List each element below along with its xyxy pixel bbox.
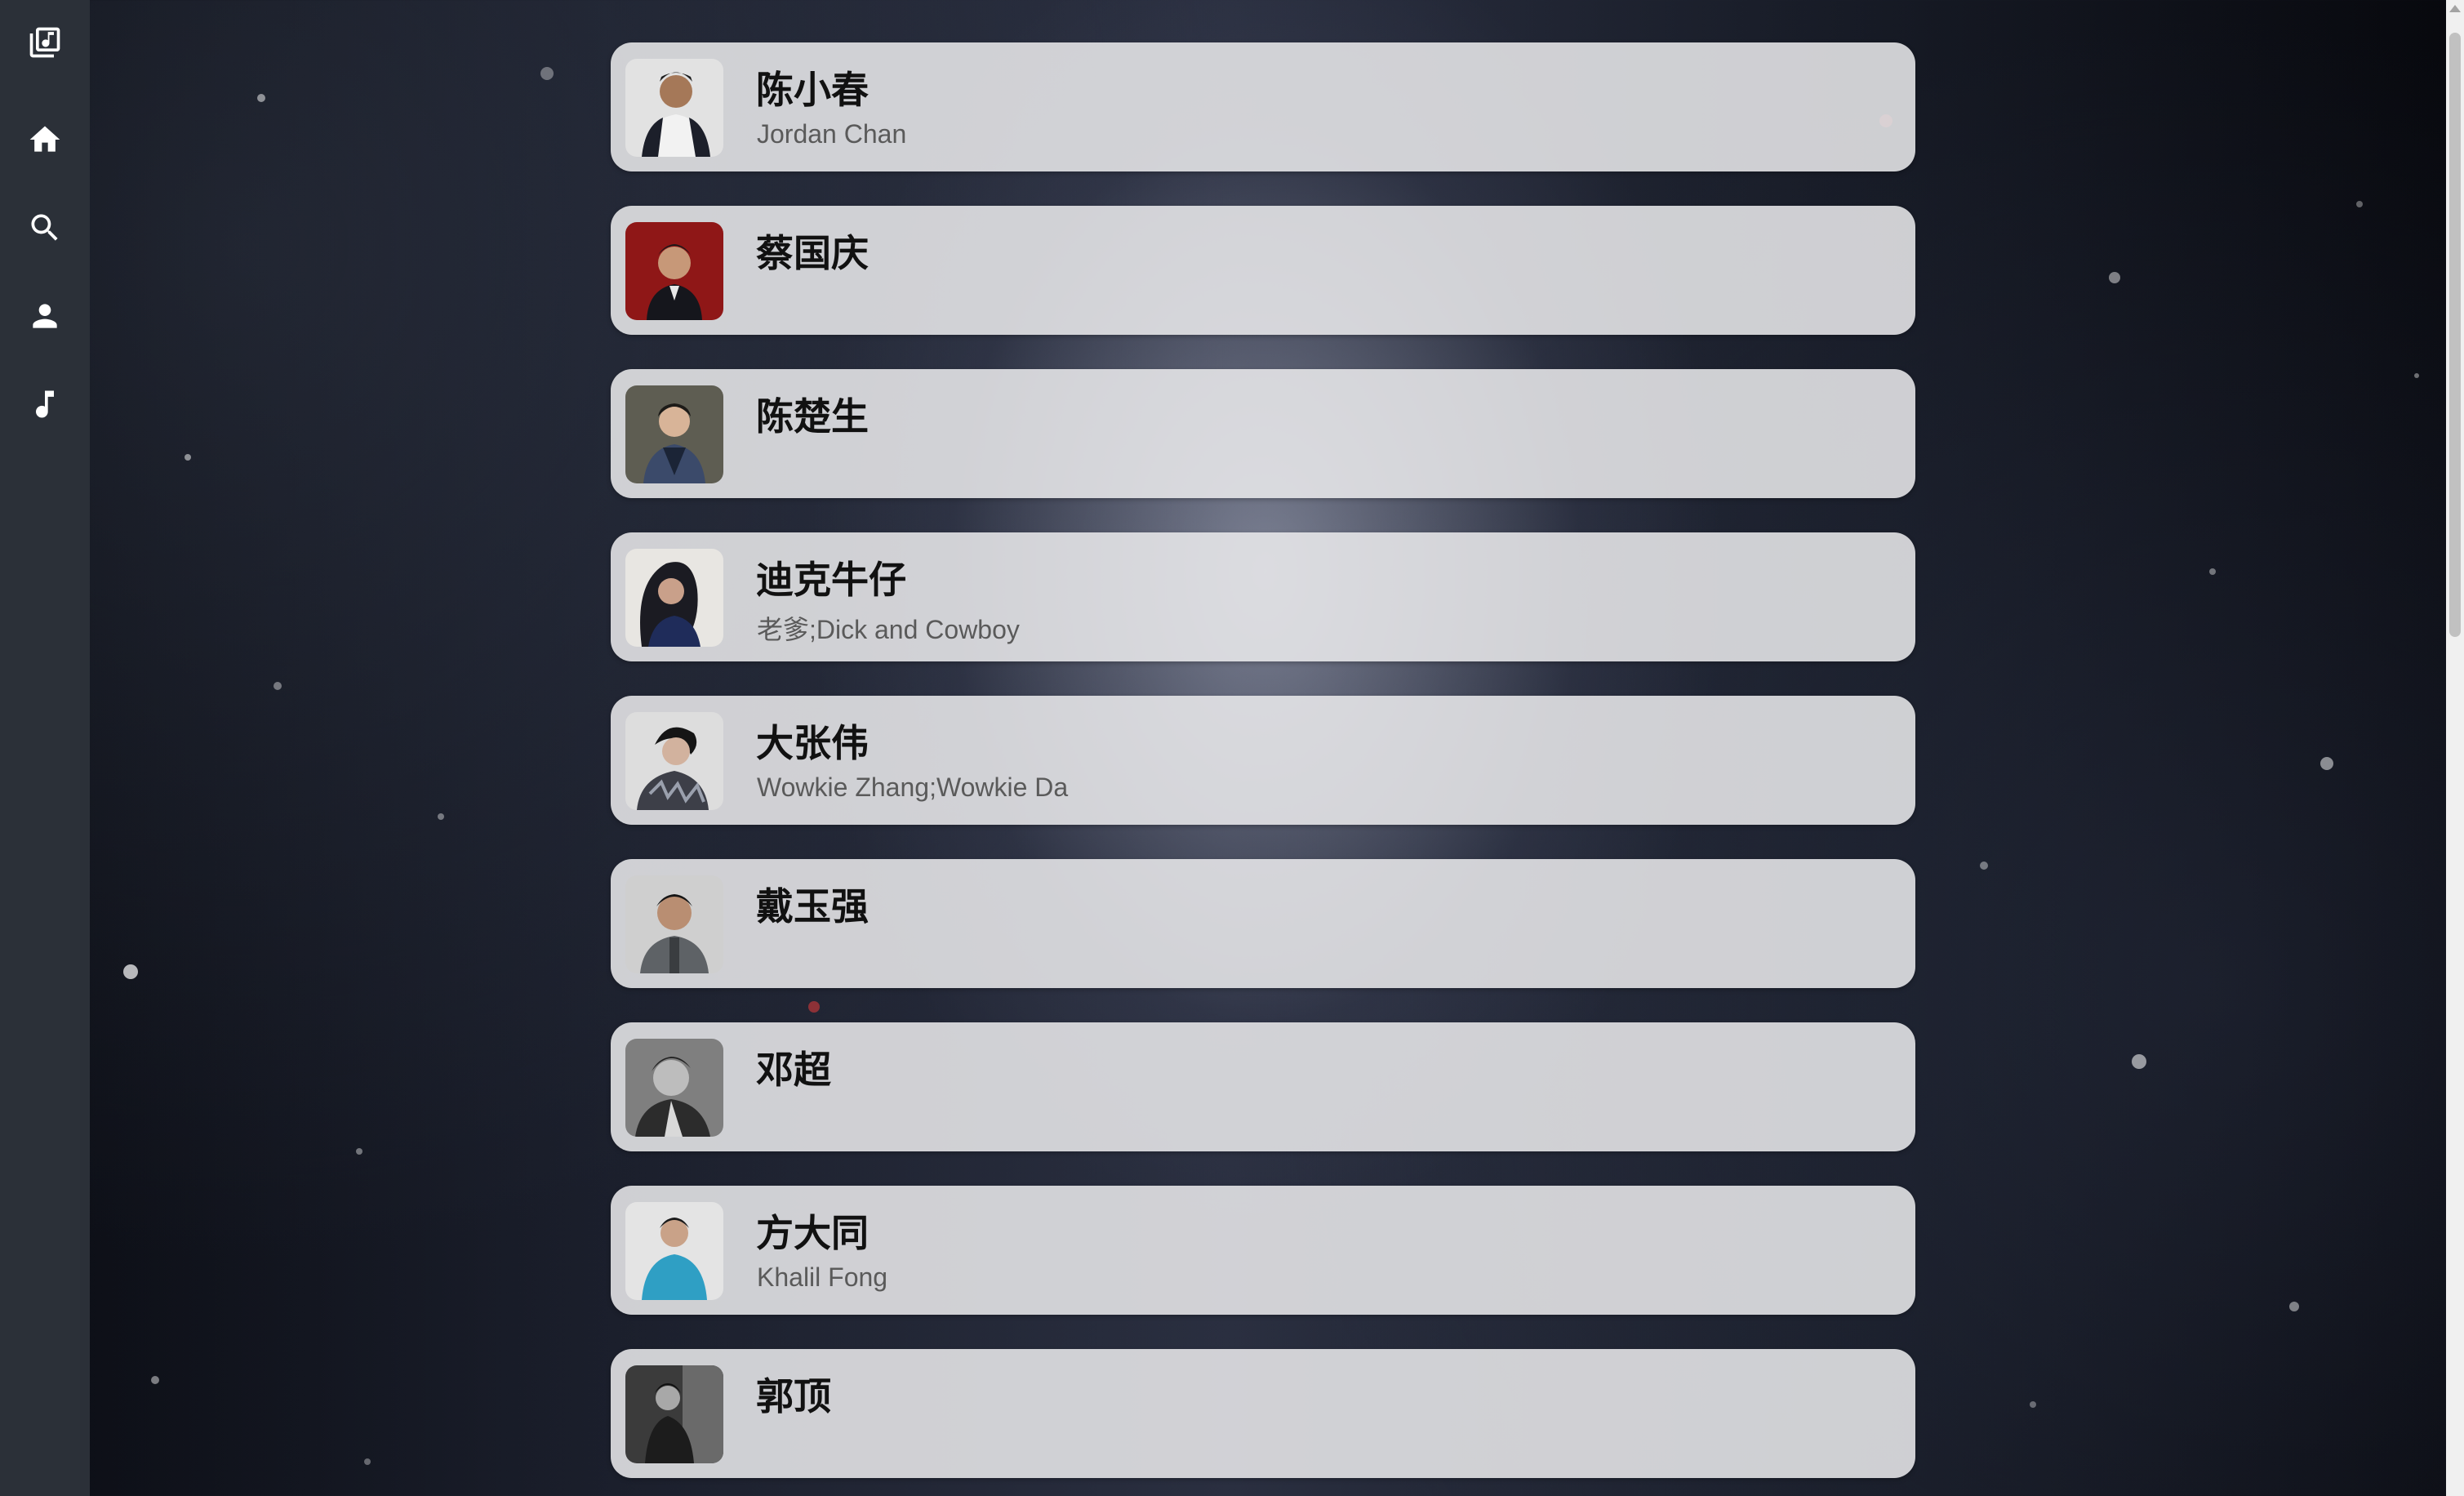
- artist-card[interactable]: 迪克牛仔 老爹;Dick and Cowboy: [611, 532, 1915, 661]
- artist-name: 陈小春: [756, 68, 869, 112]
- artist-alias: 老爹;Dick and Cowboy: [757, 615, 1020, 644]
- avatar-image: [625, 1202, 723, 1300]
- artist-name: 方大同: [756, 1211, 869, 1255]
- search-icon: [31, 214, 58, 241]
- artist-name: 戴玉强: [756, 884, 869, 928]
- artist-card[interactable]: 陈小春 Jordan Chan: [611, 42, 1915, 171]
- artist-name: 郭顶: [756, 1374, 831, 1418]
- artist-avatar: [625, 59, 723, 157]
- artist-name: 邓超: [756, 1048, 831, 1092]
- artist-alias: Jordan Chan: [757, 119, 907, 149]
- avatar-image: [625, 875, 723, 973]
- home-button[interactable]: [20, 115, 69, 164]
- artist-avatar: [625, 385, 723, 483]
- person-icon: [33, 304, 57, 328]
- avatar-image: [625, 1039, 723, 1137]
- scroll-up-arrow-icon[interactable]: [2449, 5, 2461, 12]
- artist-avatar: [625, 1365, 723, 1463]
- artist-avatar: [625, 875, 723, 973]
- music-button[interactable]: [20, 380, 69, 429]
- artist-avatar: [625, 549, 723, 647]
- artist-card[interactable]: 大张伟 Wowkie Zhang;Wowkie Da: [611, 696, 1915, 825]
- avatar-image: [625, 59, 723, 157]
- sidebar: [0, 0, 90, 1496]
- scrollbar-thumb[interactable]: [2449, 33, 2461, 637]
- music-note-icon: [36, 390, 54, 418]
- search-button[interactable]: [20, 203, 69, 252]
- scrollbar[interactable]: [2446, 0, 2464, 1496]
- artist-name: 蔡国庆: [756, 231, 869, 275]
- artist-avatar: [625, 1202, 723, 1300]
- artist-list: 陈小春 Jordan Chan 蔡国庆 陈楚生 迪克牛仔 老爹;Dick and…: [611, 42, 1915, 1496]
- artist-card[interactable]: 蔡国庆: [611, 206, 1915, 335]
- avatar-image: [625, 385, 723, 483]
- artist-card[interactable]: 戴玉强: [611, 859, 1915, 988]
- artist-alias: Wowkie Zhang;Wowkie Da: [757, 772, 1069, 802]
- artist-name: 大张伟: [756, 721, 869, 765]
- library-music-icon: [29, 27, 60, 58]
- artist-card[interactable]: 邓超: [611, 1022, 1915, 1151]
- artist-alias: Khalil Fong: [757, 1262, 888, 1292]
- avatar-image: [625, 712, 723, 810]
- artist-avatar: [625, 712, 723, 810]
- avatar-image: [625, 222, 723, 320]
- artist-card[interactable]: 方大同 Khalil Fong: [611, 1186, 1915, 1315]
- artist-name: 迪克牛仔: [756, 558, 906, 602]
- avatar-image: [625, 549, 723, 647]
- artist-button[interactable]: [20, 292, 69, 341]
- artist-avatar: [625, 222, 723, 320]
- artist-card[interactable]: 陈楚生: [611, 369, 1915, 498]
- home-icon: [29, 126, 60, 152]
- artist-avatar: [625, 1039, 723, 1137]
- artist-name: 陈楚生: [756, 394, 869, 439]
- artist-card[interactable]: 郭顶: [611, 1349, 1915, 1478]
- avatar-image: [625, 1365, 723, 1463]
- library-music-button[interactable]: [20, 18, 69, 67]
